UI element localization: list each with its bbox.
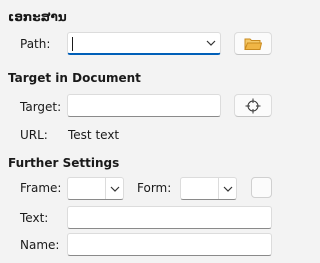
name-input[interactable] (67, 233, 272, 256)
document-section-title: ເອກະສານ (8, 10, 67, 24)
form-combobox[interactable] (180, 177, 237, 200)
frame-combobox[interactable] (67, 177, 124, 200)
form-options-button[interactable] (251, 177, 272, 198)
chevron-down-icon (110, 186, 119, 192)
form-dropdown-button[interactable] (218, 178, 236, 199)
chevron-down-icon (223, 186, 232, 192)
crosshair-icon (245, 98, 261, 113)
path-label: Path: (20, 37, 51, 51)
chevron-down-icon (206, 40, 216, 46)
target-input[interactable] (67, 94, 221, 117)
open-file-button[interactable] (234, 32, 272, 55)
path-dropdown-button[interactable] (202, 33, 220, 53)
url-label: URL: (20, 128, 48, 142)
form-label: Form: (137, 181, 172, 195)
text-label: Text: (20, 211, 49, 225)
target-in-document-button[interactable] (234, 94, 272, 117)
folder-icon (244, 38, 262, 50)
frame-dropdown-button[interactable] (105, 178, 123, 199)
path-combobox[interactable] (67, 32, 221, 55)
further-settings-title: Further Settings (8, 156, 120, 170)
url-value: Test text (68, 128, 120, 142)
text-input[interactable] (67, 206, 272, 229)
text-caret (72, 37, 73, 51)
frame-label: Frame: (20, 181, 62, 195)
target-section-title: Target in Document (8, 71, 141, 85)
target-label: Target: (20, 100, 62, 114)
name-label: Name: (20, 238, 60, 252)
